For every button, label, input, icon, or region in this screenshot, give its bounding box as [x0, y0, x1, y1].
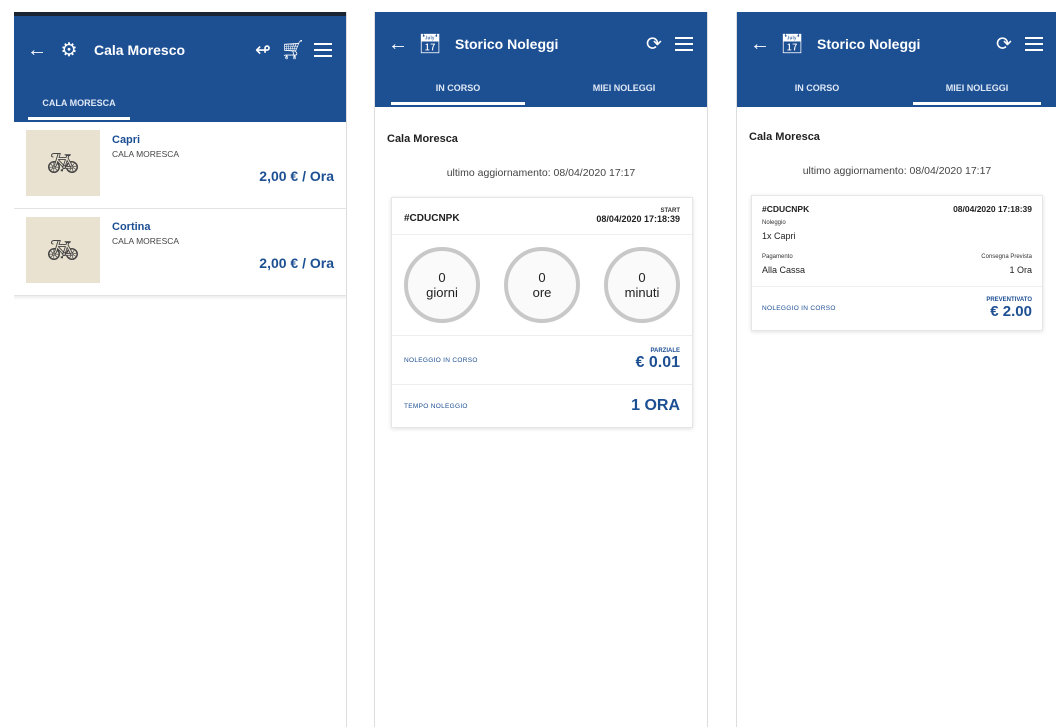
field-value: 1x Capri	[762, 231, 796, 241]
app-bar: ← 📅︎ Storico Noleggi ⟳ IN CORSO MIEI NOL…	[737, 12, 1056, 107]
timer-value: 0	[438, 270, 446, 285]
rental-card[interactable]: #CDUCNPK 08/04/2020 17:18:39 Noleggio 1x…	[751, 195, 1043, 331]
calendar-icon: 📅︎	[779, 34, 805, 55]
last-update: ultimo aggiornamento: 08/04/2020 17:17	[446, 167, 636, 179]
rental-time-row: TEMPO NOLEGGIO 1 ORA	[392, 385, 692, 427]
partial-cost: € 0.01	[635, 354, 680, 371]
tab-miei-noleggi[interactable]: MIEI NOLEGGI	[897, 73, 1056, 107]
timer: 0 giorni 0 ore 0 minuti	[392, 235, 692, 336]
rental-code: #CDUCNPK	[404, 213, 460, 224]
rental-time: 1 ORA	[631, 397, 680, 414]
back-arrow-icon[interactable]: ←	[22, 39, 52, 62]
refresh-icon[interactable]: ⟳	[639, 33, 669, 56]
menu-icon[interactable]	[1025, 37, 1043, 51]
row-label: TEMPO NOLEGGIO	[404, 402, 468, 410]
rental-date: 08/04/2020 17:18:39	[953, 204, 1032, 214]
calendar-icon: 📅︎	[417, 34, 443, 55]
start-datetime: START 08/04/2020 17:18:39	[596, 208, 680, 224]
product-location: CALA MORESCA	[112, 149, 180, 159]
divider	[14, 296, 346, 300]
location-title: Cala Moresca	[749, 131, 820, 143]
timer-hours: 0 ore	[504, 247, 580, 323]
app-bar: ← 📅︎ Storico Noleggi ⟳ IN CORSO MIEI NOL…	[375, 12, 707, 107]
product-name: Cortina	[112, 221, 151, 233]
tab-in-corso[interactable]: IN CORSO	[737, 73, 897, 107]
back-arrow-icon[interactable]: ←	[383, 33, 413, 56]
page-title: Storico Noleggi	[817, 36, 921, 52]
location-title: Cala Moresca	[387, 133, 458, 145]
timer-value: 0	[638, 270, 646, 285]
bike-logo-icon: ⚙	[60, 39, 78, 61]
product-item-cortina[interactable]: 🚲︎ Cortina CALA MORESCA 2,00 € / Ora	[14, 209, 346, 296]
refresh-icon[interactable]: ⟳	[989, 33, 1019, 56]
bicycle-icon: 🚲︎	[26, 130, 100, 196]
last-update: ultimo aggiornamento: 08/04/2020 17:17	[802, 165, 992, 177]
start-value: 08/04/2020 17:18:39	[596, 214, 680, 224]
row-label: NOLEGGIO IN CORSO	[404, 356, 478, 364]
product-item-capri[interactable]: 🚲︎ Capri CALA MORESCA 2,00 € / Ora	[14, 122, 346, 209]
field-label: Noleggio	[762, 220, 786, 226]
rentals-active-screen: ← 📅︎ Storico Noleggi ⟳ IN CORSO MIEI NOL…	[374, 12, 708, 727]
menu-icon[interactable]	[675, 37, 693, 51]
timer-label: minuti	[624, 285, 660, 300]
partial-cost-row: NOLEGGIO IN CORSO PARZIALE € 0.01	[392, 336, 692, 385]
product-price: 2,00 € / Ora	[259, 255, 334, 271]
timer-label: ore	[532, 285, 552, 300]
timer-minutes: 0 minuti	[604, 247, 680, 323]
rental-code: #CDUCNPK	[762, 204, 810, 214]
timer-value: 0	[538, 270, 546, 285]
rental-card[interactable]: #CDUCNPK START 08/04/2020 17:18:39 0 gio…	[391, 197, 693, 428]
timer-label: giorni	[426, 285, 458, 300]
total-amount: € 2.00	[990, 303, 1032, 320]
field-value: Alla Cassa	[762, 265, 806, 275]
product-name: Capri	[112, 134, 141, 146]
status-label: NOLEGGIO IN CORSO	[762, 305, 836, 312]
product-field: Noleggio 1x Capri	[752, 214, 1042, 244]
rentals-history-screen: ← 📅︎ Storico Noleggi ⟳ IN CORSO MIEI NOL…	[736, 12, 1056, 727]
tab-cala-moresca[interactable]: CALA MORESCA	[14, 88, 144, 122]
total-value: PREVENTIVATO € 2.00	[986, 297, 1032, 320]
back-arrow-icon[interactable]: ←	[745, 33, 775, 56]
field-value: 1 Ora	[1009, 265, 1032, 275]
shop-screen: ← ⚙ Cala Moresco ↫ 🛒︎ CALA MORESCA 🚲︎ Ca…	[14, 12, 347, 727]
product-location: CALA MORESCA	[112, 236, 180, 246]
timer-days: 0 giorni	[404, 247, 480, 323]
tab-miei-noleggi[interactable]: MIEI NOLEGGI	[541, 73, 707, 107]
page-title: Storico Noleggi	[455, 36, 559, 52]
page-title: Cala Moresco	[94, 42, 186, 58]
app-bar: ← ⚙ Cala Moresco ↫ 🛒︎ CALA MORESCA	[14, 12, 346, 122]
field-label: Consegna Prevista	[981, 254, 1032, 260]
bicycle-icon: 🚲︎	[26, 217, 100, 283]
product-price: 2,00 € / Ora	[259, 168, 334, 184]
key-icon[interactable]: ↫	[248, 39, 278, 62]
field-label: Pagamento	[762, 254, 793, 260]
payment-field: Pagamento Alla Cassa	[762, 254, 805, 278]
duration-field: Consegna Prevista 1 Ora	[981, 254, 1032, 278]
tab-in-corso[interactable]: IN CORSO	[375, 73, 541, 107]
row-value: PARZIALE € 0.01	[636, 348, 680, 372]
menu-icon[interactable]	[314, 43, 332, 57]
cart-icon[interactable]: 🛒︎	[278, 38, 308, 62]
